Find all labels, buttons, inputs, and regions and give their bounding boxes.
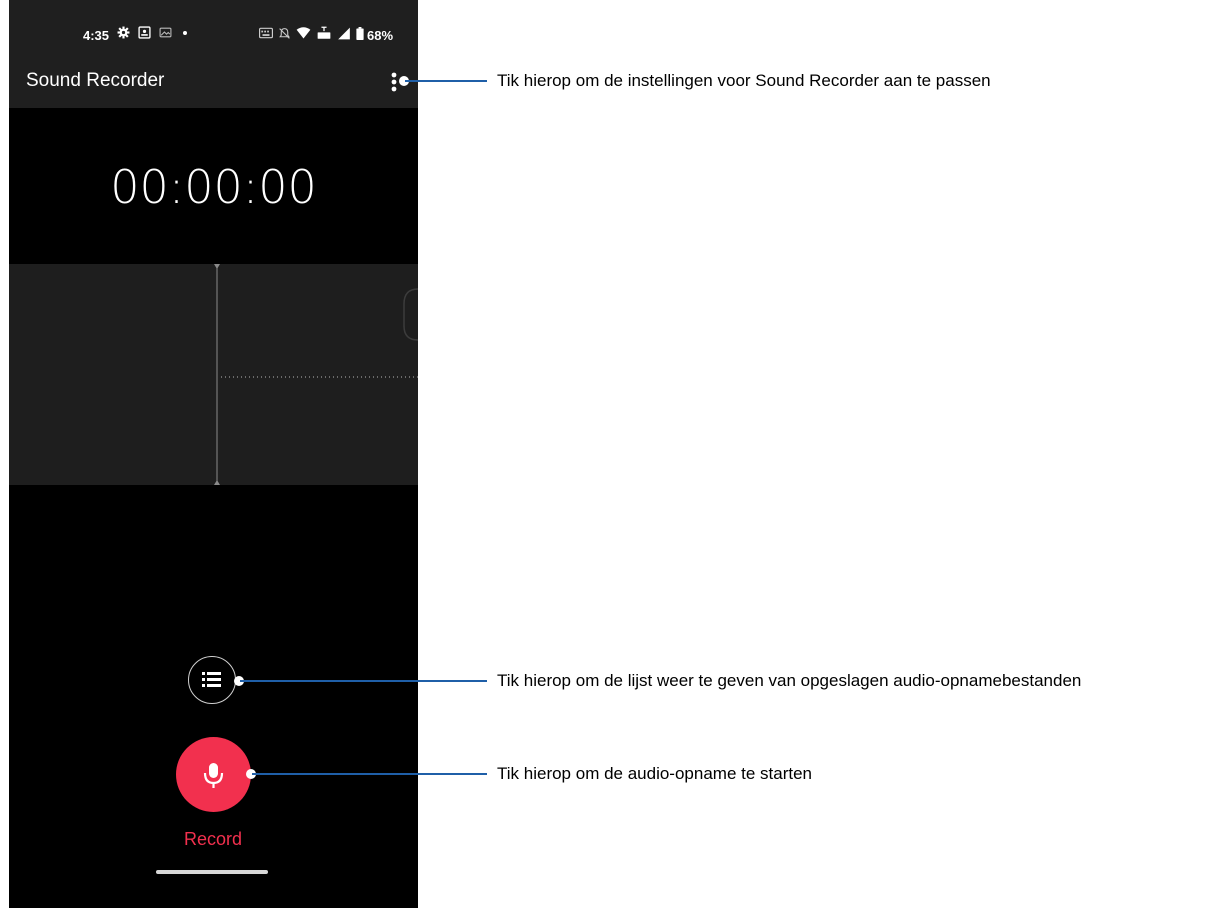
silent-icon <box>279 27 290 39</box>
lte-icon <box>317 26 331 39</box>
microphone-icon <box>203 763 224 788</box>
callout-record-line <box>252 773 487 775</box>
phone-screen: 4:35 68% Sound Recorder 00:00:00 Record <box>9 0 418 908</box>
recording-timer: 00:00:00 <box>110 160 317 214</box>
record-label: Record <box>183 829 243 849</box>
callout-settings-text: Tik hierop om de instellingen voor Sound… <box>497 71 991 90</box>
battery-icon <box>356 26 364 40</box>
list-icon <box>202 672 221 687</box>
keyboard-icon <box>259 27 273 39</box>
record-button[interactable] <box>176 737 251 812</box>
signal-icon <box>338 27 350 39</box>
waveform <box>214 264 418 485</box>
callout-list-text: Tik hierop om de lijst weer te geven van… <box>497 671 1082 690</box>
status-left-icons <box>117 26 190 39</box>
settings-icon <box>117 26 130 39</box>
callout-settings-line <box>405 80 487 82</box>
dot-icon <box>183 30 187 35</box>
image-icon <box>159 27 172 38</box>
status-bar: 4:35 68% <box>9 0 418 60</box>
status-right-icons <box>259 26 364 40</box>
home-indicator[interactable] <box>156 870 268 874</box>
recordings-list-button[interactable] <box>188 656 236 704</box>
wifi-icon <box>296 26 311 38</box>
waveform-area <box>9 264 418 485</box>
screen-record-icon <box>138 26 151 39</box>
status-time: 4:35 <box>83 28 110 43</box>
battery-percent: 68% <box>367 28 394 43</box>
app-title: Sound Recorder <box>26 70 165 91</box>
callout-list-line <box>240 680 487 682</box>
app-bar: Sound Recorder <box>9 60 418 108</box>
callout-record-text: Tik hierop om de audio-opname te starten <box>497 764 812 783</box>
